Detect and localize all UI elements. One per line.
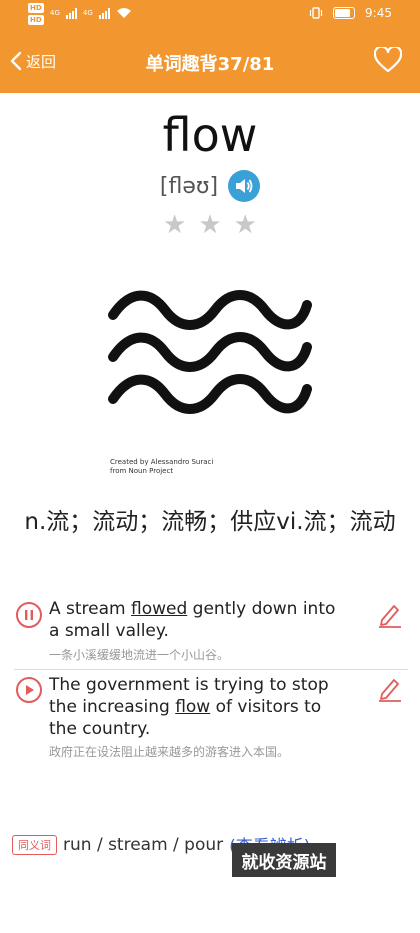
synonym-tag: 同义词	[12, 834, 57, 855]
status-bar: HD HD 4G 4G 9:45	[0, 0, 420, 30]
signal-icon	[65, 7, 77, 19]
credit-line-1: Created by Alessandro Suraci	[110, 458, 214, 466]
example-sentence: The government is trying to stop the inc…	[49, 674, 349, 740]
phonetic-row: [fləʊ]	[0, 170, 420, 202]
network-label: 4G	[50, 9, 60, 17]
vibrate-icon	[309, 7, 323, 19]
pause-icon	[25, 610, 33, 620]
app-header: HD HD 4G 4G 9:45 返回 单词趣背37/81	[0, 0, 420, 93]
phonetic-text: [fləʊ]	[159, 173, 219, 199]
example-sentence: A stream flowed gently down into a small…	[49, 598, 349, 642]
edit-button[interactable]	[378, 676, 402, 706]
divider	[14, 669, 408, 670]
pronounce-button[interactable]	[228, 170, 261, 202]
wave-illustration	[108, 290, 312, 414]
status-right: 9:45	[309, 6, 392, 20]
example-translation: 一条小溪缓缓地流进一个小山谷。	[49, 648, 230, 662]
star-icon[interactable]: ★	[198, 210, 221, 240]
edit-button[interactable]	[378, 602, 402, 632]
sentence-part: A stream	[49, 599, 132, 619]
example-item: The government is trying to stop the inc…	[14, 674, 406, 764]
play-button[interactable]	[16, 677, 42, 703]
clock: 9:45	[365, 6, 392, 20]
star-icon[interactable]: ★	[163, 210, 186, 240]
signal-group: 4G 4G	[50, 7, 132, 19]
sentence-keyword: flow	[175, 697, 211, 717]
hd-badge: HD	[28, 3, 44, 13]
word-definition: n.流；流动；流畅；供应vi.流；流动	[24, 509, 396, 535]
watermark: 就收资源站	[232, 843, 336, 877]
credit-line-2: from Noun Project	[110, 467, 174, 475]
hd-badge: HD	[28, 15, 44, 25]
hd-badges: HD HD	[28, 3, 44, 27]
speaker-icon	[236, 179, 253, 193]
network-label-2: 4G	[82, 9, 93, 17]
pencil-icon	[379, 679, 401, 702]
word-title: flow	[162, 108, 258, 162]
star-rating: ★ ★ ★	[0, 210, 420, 240]
favorite-button[interactable]	[373, 45, 403, 77]
example-item: A stream flowed gently down into a small…	[14, 598, 406, 668]
pencil-icon	[379, 605, 401, 628]
signal-icon-2	[98, 7, 110, 19]
page-title: 单词趣背37/81	[145, 54, 275, 75]
wifi-icon	[116, 8, 131, 18]
illustration-credit: Created by Alessandro Suraci from Noun P…	[110, 458, 213, 476]
sentence-keyword: flowed	[131, 599, 188, 619]
nav-bar: 返回 单词趣背37/81	[0, 38, 420, 86]
heart-outline-icon	[373, 45, 403, 73]
battery-icon	[333, 7, 356, 19]
play-icon	[26, 685, 34, 695]
star-icon[interactable]: ★	[234, 210, 257, 240]
synonym-words: run / stream / pour	[63, 834, 224, 855]
example-translation: 政府正在设法阻止越来越多的游客进入本国。	[49, 745, 290, 759]
pause-button[interactable]	[16, 602, 42, 628]
